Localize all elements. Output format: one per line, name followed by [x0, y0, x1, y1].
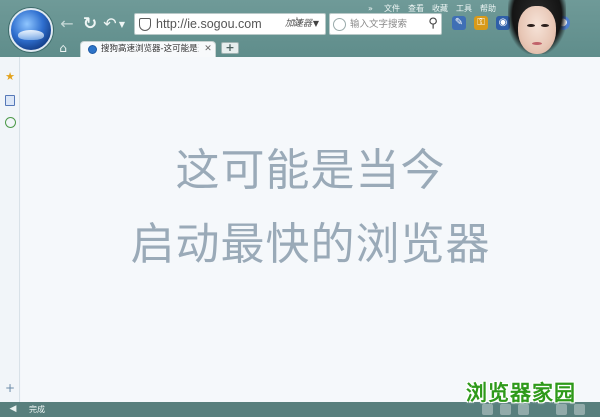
undo-dropdown-icon[interactable]: ▼ [118, 15, 126, 35]
menu-more-icon[interactable]: » [368, 3, 373, 14]
search-engine-icon[interactable] [333, 18, 346, 31]
site-watermark: 浏览器家园 [466, 381, 576, 405]
close-icon[interactable]: ✕ [203, 42, 213, 57]
tab-title: 搜狗高速浏览器-这可能是当今启动最快的浏览器 [101, 44, 199, 54]
undo-icon[interactable]: ↶ [103, 14, 117, 34]
menu-tools[interactable]: 工具 [456, 3, 472, 14]
address-dropdown-icon[interactable]: ▼ [311, 15, 321, 33]
address-url[interactable]: http://ie.sogou.com [156, 14, 286, 34]
security-shield-icon [139, 18, 151, 31]
new-tab-button[interactable]: + [221, 42, 239, 54]
sogou-favicon-icon [88, 45, 97, 54]
history-clock-icon[interactable] [5, 117, 16, 128]
bookmark-star-icon[interactable]: ☆ [290, 13, 304, 33]
sidebar-toggle-icon[interactable]: ◀ [7, 403, 19, 416]
refresh-icon[interactable]: ↻ [81, 14, 99, 34]
menu-favorites[interactable]: 收藏 [432, 3, 448, 14]
page-content: 这可能是当今 启动最快的浏览器 [21, 57, 600, 402]
favorites-star-icon[interactable]: ★ [4, 71, 16, 83]
search-icon[interactable]: ⚲ [426, 16, 440, 32]
menu-view[interactable]: 查看 [408, 3, 424, 14]
home-icon[interactable]: ⌂ [56, 41, 70, 55]
search-box[interactable]: ⚲ [329, 13, 442, 35]
add-sidebar-item-icon[interactable]: + [4, 382, 16, 394]
menu-file[interactable]: 文件 [384, 3, 400, 14]
search-input[interactable] [350, 15, 422, 33]
tab-strip: ⌂ 搜狗高速浏览器-这可能是当今启动最快的浏览器 ✕ + [0, 40, 600, 58]
skin-portrait-eye [527, 24, 535, 27]
browser-chrome: ← ↻ ↶ ▼ http://ie.sogou.com 加速器 ☆ ▼ ⚲ ✎ … [0, 0, 600, 58]
key-icon[interactable]: ⚿ [474, 16, 488, 30]
extension-icon[interactable]: ✎ [452, 16, 466, 30]
menu-help[interactable]: 帮助 [480, 3, 496, 14]
sidebar: ★ + [0, 57, 20, 402]
reading-list-icon[interactable] [5, 95, 15, 106]
skin-portrait-eye [541, 24, 549, 27]
back-arrow-icon[interactable]: ← [58, 14, 76, 34]
status-text: 完成 [29, 405, 45, 414]
tab-sogou-home[interactable]: 搜狗高速浏览器-这可能是当今启动最快的浏览器 ✕ [80, 41, 216, 58]
slogan-line-2: 启动最快的浏览器 [130, 219, 491, 270]
slogan-line-1: 这可能是当今 [175, 145, 446, 196]
